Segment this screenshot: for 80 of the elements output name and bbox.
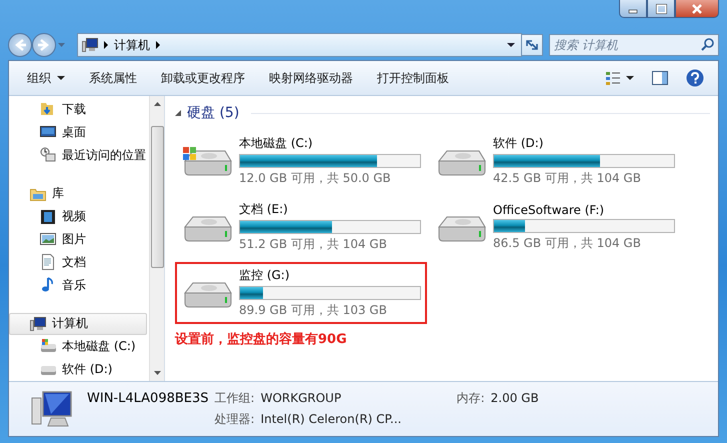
right-arrow-icon [37, 38, 51, 52]
close-icon [691, 2, 703, 14]
free-space-text: 86.5 GB 可用，共 104 GB [493, 234, 642, 252]
field-value: 2.00 GB [490, 391, 539, 405]
nav-item[interactable]: 软件 (D:) [9, 358, 147, 381]
help-icon [686, 69, 704, 87]
caret-icon [57, 76, 65, 80]
search-field[interactable]: 搜索 计算机 [549, 34, 719, 56]
drive-name: 监控 (G:) [239, 267, 291, 284]
nav-item[interactable]: 视频 [9, 205, 147, 228]
collapse-triangle-icon[interactable] [175, 110, 181, 116]
forward-button[interactable] [32, 33, 56, 57]
drive-name: OfficeSoftware (F:) [493, 202, 606, 216]
film-strip-icon [40, 208, 56, 225]
field-value: Intel(R) Celeron(R) CP... [260, 412, 402, 426]
field-value: WORKGROUP [260, 391, 342, 405]
computer-icon [30, 316, 46, 332]
preview-pane-button[interactable] [650, 69, 670, 87]
preview-pane-icon [652, 71, 668, 85]
annotation-text: 设置前，监控盘的容量有90G [175, 330, 348, 348]
drive-item[interactable]: 文档 (E:) 51.2 GB 可用，共 104 GB [175, 196, 427, 258]
breadcrumb-item[interactable]: 计算机 [114, 36, 150, 54]
free-space-text: 51.2 GB 可用，共 104 GB [239, 236, 388, 253]
field-label: 内存: [456, 390, 485, 407]
document-icon [40, 254, 56, 270]
picture-icon [40, 231, 56, 248]
music-note-icon [40, 277, 56, 294]
chevron-icon [156, 41, 160, 49]
drive-item[interactable]: 软件 (D:) 42.5 GB 可用，共 104 GB [429, 130, 681, 192]
nav-item[interactable]: 本地磁盘 (C:) [9, 335, 147, 358]
nav-item[interactable]: 计算机 [9, 312, 147, 336]
drive-name: 软件 (D:) [493, 135, 544, 152]
left-arrow-icon [13, 38, 27, 52]
scroll-up-icon [154, 102, 160, 106]
drive-name: 本地磁盘 (C:) [239, 135, 314, 152]
refresh-button[interactable] [521, 34, 543, 56]
search-icon [701, 38, 714, 51]
toolbar-button[interactable]: 系统属性 [81, 66, 145, 90]
group-header: 硬盘 (5) [187, 104, 240, 122]
nav-item[interactable]: 下载 [9, 98, 147, 121]
scrollbar[interactable] [149, 96, 164, 381]
toolbar-button[interactable]: 映射网络驱动器 [261, 66, 361, 90]
maximize-button[interactable] [647, 0, 675, 18]
toolbar-button[interactable]: 卸载或更改程序 [153, 66, 253, 90]
drive-item[interactable]: 本地磁盘 (C:) 12.0 GB 可用，共 50.0 GB [175, 130, 427, 192]
close-button[interactable] [675, 0, 719, 18]
free-space-text: 42.5 GB 可用，共 104 GB [493, 170, 642, 187]
system-drive-icon [40, 338, 56, 355]
nav-item[interactable]: 图片 [9, 228, 147, 251]
view-list-icon [606, 71, 620, 85]
toolbar-button[interactable]: 组织 [19, 66, 73, 90]
minimize-button[interactable] [619, 0, 647, 18]
recent-places-icon [40, 147, 56, 164]
address-bar[interactable]: 计算机 [77, 33, 522, 57]
caret-icon [626, 76, 634, 80]
scroll-down-icon [154, 371, 160, 375]
nav-item[interactable]: 最近访问的位置 [9, 144, 147, 166]
toolbar-button[interactable]: 打开控制面板 [369, 66, 457, 90]
computer-icon [82, 37, 98, 53]
dropdown-caret-icon [507, 43, 515, 47]
highlighted-drive-item[interactable]: 监控 (G:) 89.9 GB 可用，共 103 GB [175, 262, 427, 324]
back-button[interactable] [8, 33, 32, 57]
drive-name: 文档 (E:) [239, 201, 289, 218]
drive-item[interactable]: OfficeSoftware (F:) 86.5 GB 可用，共 104 GB [429, 196, 681, 258]
download-folder-icon [40, 101, 56, 118]
field-label: 工作组: [214, 390, 255, 407]
view-options-button[interactable] [604, 69, 636, 87]
computer-name: WIN-L4LA098BE3S [87, 391, 209, 406]
maximize-icon [656, 4, 666, 14]
scrollbar-thumb[interactable] [150, 126, 164, 268]
free-space-text: 89.9 GB 可用，共 103 GB [239, 302, 388, 319]
nav-item[interactable]: 库 [9, 182, 147, 206]
nav-item[interactable]: 文档 [9, 250, 147, 274]
nav-item[interactable]: 音乐 [9, 274, 147, 296]
nav-item[interactable]: 桌面 [9, 120, 147, 144]
chevron-icon [104, 41, 108, 49]
field-label: 处理器: [214, 411, 255, 428]
free-space-text: 12.0 GB 可用，共 50.0 GB [239, 170, 392, 187]
refresh-arrows-icon [524, 38, 540, 52]
help-button[interactable] [684, 67, 706, 89]
